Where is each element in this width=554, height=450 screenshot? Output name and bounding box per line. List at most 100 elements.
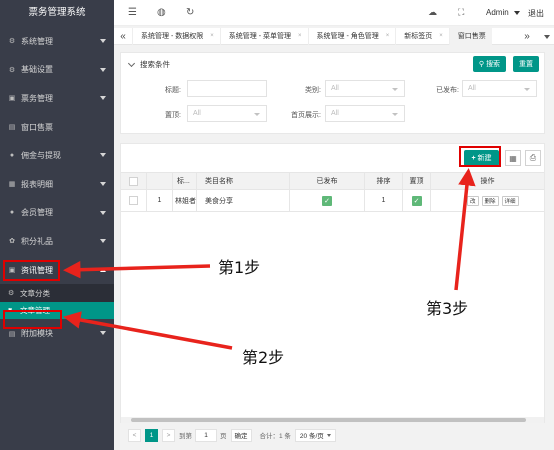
- horizontal-scrollbar[interactable]: [121, 417, 544, 423]
- edit-button[interactable]: 改: [467, 195, 479, 206]
- page-unit-label: 页: [220, 433, 227, 440]
- close-icon[interactable]: ×: [298, 33, 302, 39]
- step2-highlight-box: [3, 310, 62, 329]
- close-icon[interactable]: ×: [386, 33, 390, 39]
- chevron-down-icon: [127, 59, 136, 67]
- user-menu[interactable]: Admin: [486, 8, 520, 17]
- sidebar-item-ticket[interactable]: ▣ 票务管理: [0, 84, 114, 113]
- sidebar-item-commission[interactable]: ● 佣金与提现: [0, 141, 114, 170]
- refresh-icon[interactable]: ↻: [186, 7, 194, 18]
- chevron-down-icon: [100, 67, 106, 72]
- sidebar-item-basic-settings[interactable]: ⚙ 基础设置: [0, 56, 114, 85]
- category-select[interactable]: All: [325, 80, 405, 97]
- row-actions: 改 删除 详细: [431, 190, 544, 211]
- sidebar-item-label: 会员管理: [21, 208, 53, 218]
- chevron-down-icon: [100, 210, 106, 215]
- home-display-label: 首页展示:: [291, 112, 321, 119]
- step3-label: 第3步: [426, 299, 469, 318]
- tab-label: 窗口售票: [457, 33, 486, 40]
- step2-label: 第2步: [242, 348, 285, 367]
- chevron-down-icon: [513, 10, 520, 15]
- chevron-up-icon: [100, 267, 106, 272]
- sidebar-item-label: 票务管理: [21, 93, 53, 103]
- detail-button[interactable]: 详细: [501, 195, 519, 206]
- sidebar-item-label: 附加模块: [21, 329, 53, 339]
- step1-highlight-box: [3, 260, 60, 281]
- close-icon[interactable]: ×: [439, 33, 443, 39]
- theme-icon[interactable]: ☁: [428, 7, 437, 18]
- published-label: 已发布:: [436, 87, 459, 94]
- addon-icon: ▤: [8, 330, 16, 338]
- tab-role-manage[interactable]: 系统管理 - 角色管理 ×: [307, 27, 396, 45]
- scrollbar-thumb[interactable]: [131, 418, 526, 422]
- delete-button[interactable]: 删除: [481, 195, 499, 206]
- page-size-select[interactable]: 20 条/页: [294, 428, 336, 442]
- total-count: 合计：1 条: [259, 433, 291, 440]
- row-checkbox[interactable]: [121, 190, 147, 211]
- user-name: Admin: [486, 8, 509, 17]
- goto-label: 到第: [179, 433, 192, 440]
- settings-icon: ⚙: [8, 66, 16, 74]
- tab-label: 系统管理 - 数据权限: [141, 33, 204, 40]
- sidebar-item-window-sales[interactable]: ▤ 窗口售票: [0, 113, 114, 142]
- row-category: 美食分享: [197, 190, 290, 211]
- page-number-current[interactable]: 1: [145, 428, 158, 442]
- column-header[interactable]: 置顶: [403, 173, 431, 189]
- row-index: 1: [147, 190, 173, 211]
- tab-more-icon[interactable]: [544, 35, 550, 39]
- select-all-checkbox[interactable]: [121, 173, 147, 189]
- sidebar-item-label: 基础设置: [21, 65, 53, 75]
- category-label: 类别:: [305, 87, 321, 94]
- print-icon[interactable]: ⎙: [525, 150, 541, 166]
- tab-data-permission[interactable]: 系统管理 - 数据权限 ×: [132, 27, 220, 45]
- goto-confirm-button[interactable]: 确定: [230, 428, 252, 442]
- tab-new-page[interactable]: 新标签页 ×: [395, 27, 449, 45]
- tab-window-sales[interactable]: 窗口售票: [448, 27, 492, 45]
- sidebar-subitem-label: 文章分类: [20, 288, 50, 298]
- search-panel-title[interactable]: 搜索条件: [127, 59, 170, 70]
- category-icon: ⚙: [8, 290, 15, 298]
- step1-label: 第1步: [218, 258, 261, 277]
- goto-page-input[interactable]: 1: [195, 428, 217, 442]
- column-header: 操作: [480, 178, 495, 185]
- published-check-icon[interactable]: ✓: [322, 195, 332, 206]
- chevron-down-icon: [254, 113, 260, 116]
- globe-icon[interactable]: ◍: [157, 7, 166, 18]
- title-input[interactable]: [187, 80, 267, 97]
- column-header[interactable]: 已发布: [290, 173, 365, 189]
- tab-menu-manage[interactable]: 系统管理 - 菜单管理 ×: [219, 27, 308, 45]
- sidebar-item-reports[interactable]: ▦ 报表明细: [0, 170, 114, 199]
- row-title: 林姐者!: [173, 190, 197, 211]
- sidebar-item-label: 窗口售票: [21, 122, 53, 132]
- sidebar-item-label: 佣金与提现: [21, 151, 61, 161]
- sidebar-item-points[interactable]: ✿ 积分礼品: [0, 227, 114, 256]
- sidebar-item-system[interactable]: ⚙ 系统管理: [0, 27, 114, 56]
- reset-button[interactable]: 重置: [513, 56, 539, 72]
- sidebar-subitem-article-category[interactable]: ⚙ 文章分类: [0, 284, 114, 302]
- close-icon[interactable]: ×: [210, 33, 214, 39]
- chevron-down-icon: [100, 153, 106, 158]
- top-select[interactable]: All: [187, 105, 267, 122]
- columns-icon[interactable]: ▦: [505, 150, 521, 166]
- chevron-down-icon: [100, 331, 106, 336]
- column-header[interactable]: 排序: [365, 173, 403, 189]
- prev-page-button[interactable]: <: [128, 428, 141, 442]
- column-header[interactable]: 类目名称: [197, 173, 290, 189]
- logout-link[interactable]: 退出: [528, 8, 544, 19]
- sidebar-item-members[interactable]: ● 会员管理: [0, 199, 114, 228]
- top-check-icon[interactable]: ✓: [411, 195, 422, 206]
- gift-icon: ✿: [9, 238, 15, 246]
- menu-toggle-icon[interactable]: ☰: [128, 7, 137, 18]
- column-header[interactable]: 标...: [173, 173, 197, 189]
- search-button[interactable]: ⚲ 搜索: [473, 56, 506, 72]
- tab-next-icon[interactable]: »: [518, 31, 536, 42]
- published-select[interactable]: All: [462, 80, 537, 97]
- step3-highlight-box: [459, 146, 501, 167]
- next-page-button[interactable]: >: [162, 428, 175, 442]
- fullscreen-icon[interactable]: ⛶: [458, 7, 464, 18]
- home-display-select[interactable]: All: [325, 105, 405, 122]
- chevron-down-icon: [392, 88, 398, 91]
- tab-prev-icon[interactable]: «: [114, 31, 132, 42]
- chevron-down-icon: [100, 181, 106, 186]
- gear-icon: ⚙: [8, 38, 16, 46]
